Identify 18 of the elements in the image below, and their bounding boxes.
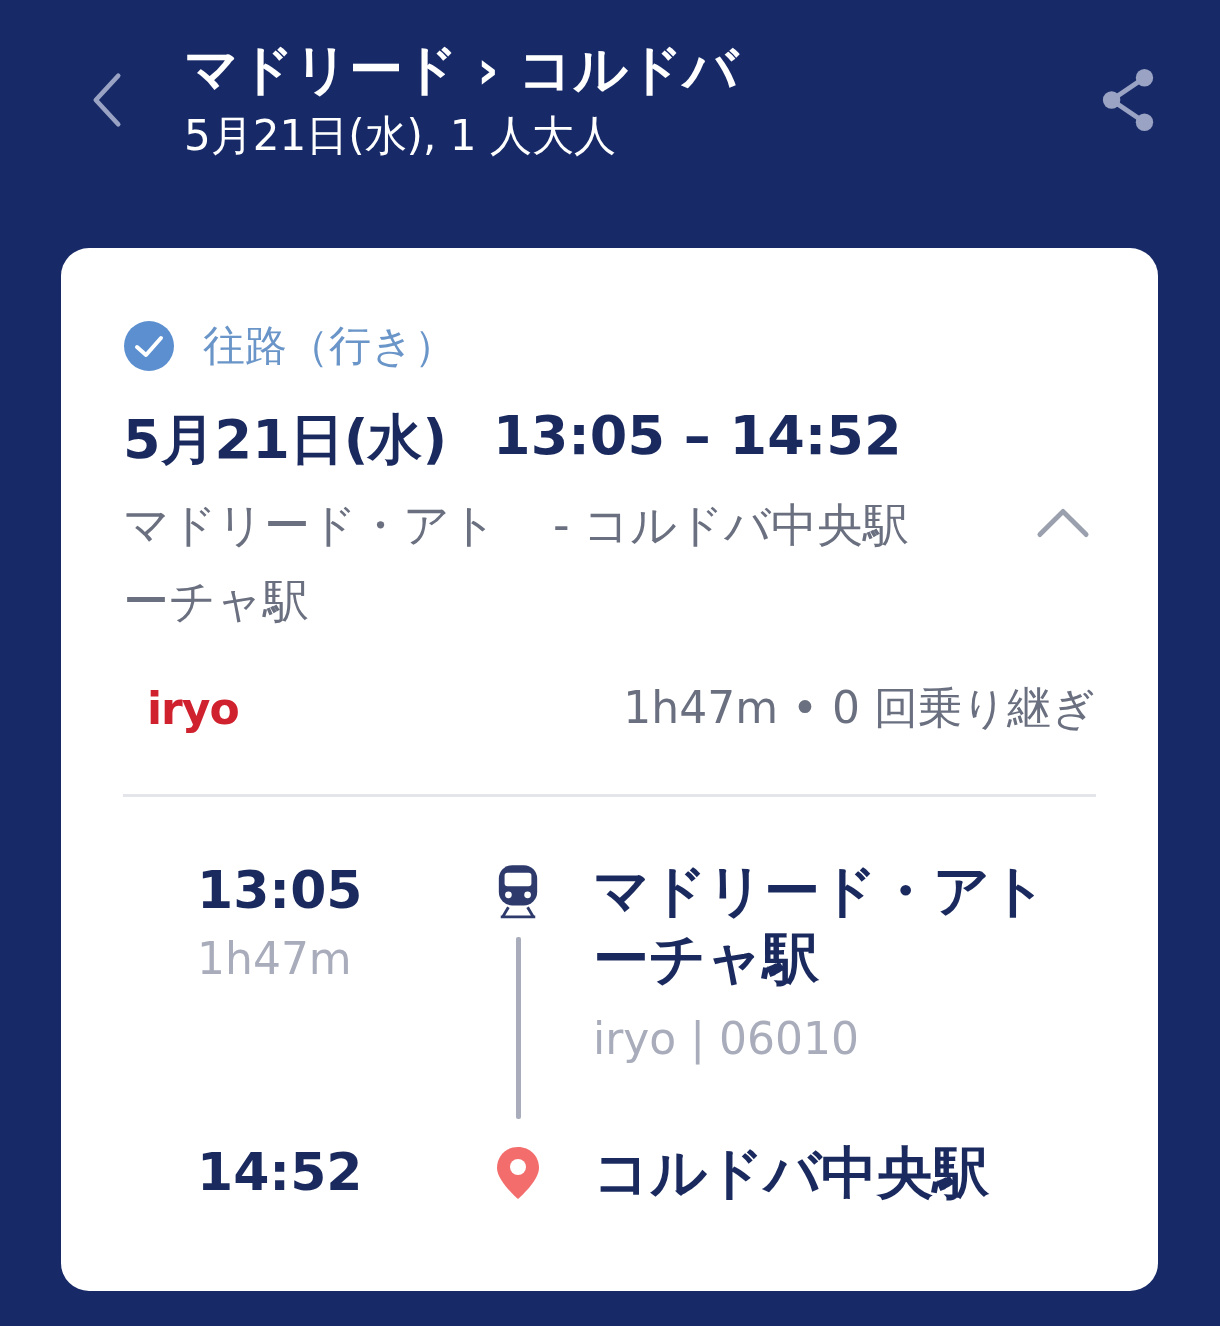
route-separator: - bbox=[552, 497, 571, 554]
station-name: コルドバ中央駅 bbox=[593, 1139, 990, 1207]
trip-summary: 1h47m • 0 回乗り継ぎ bbox=[623, 681, 1096, 735]
origin-station: マドリード・アトーチャ駅 bbox=[123, 497, 498, 630]
train-detail: iryo | 06010 bbox=[593, 1013, 861, 1064]
leg-date: 5月21日(水) bbox=[123, 407, 448, 473]
leg-label: 往路（行き） bbox=[203, 320, 456, 372]
travel-duration: 1h47m bbox=[197, 933, 353, 984]
chevron-up-icon[interactable] bbox=[1036, 507, 1090, 539]
stop-time: 13:05 bbox=[197, 859, 364, 922]
leg-times: 13:05 – 14:52 bbox=[493, 404, 902, 469]
trip-subtitle: 5月21日(水), 1 人大人 bbox=[184, 110, 617, 162]
route-title: マドリード › コルドバ bbox=[184, 37, 741, 103]
station-name: マドリード・アトーチャ駅 bbox=[593, 857, 1048, 993]
stop-time: 14:52 bbox=[197, 1141, 364, 1204]
destination-station: コルドバ中央駅 bbox=[583, 497, 910, 554]
location-pin-icon bbox=[495, 1145, 541, 1201]
operator-logo: iryo bbox=[147, 683, 239, 734]
